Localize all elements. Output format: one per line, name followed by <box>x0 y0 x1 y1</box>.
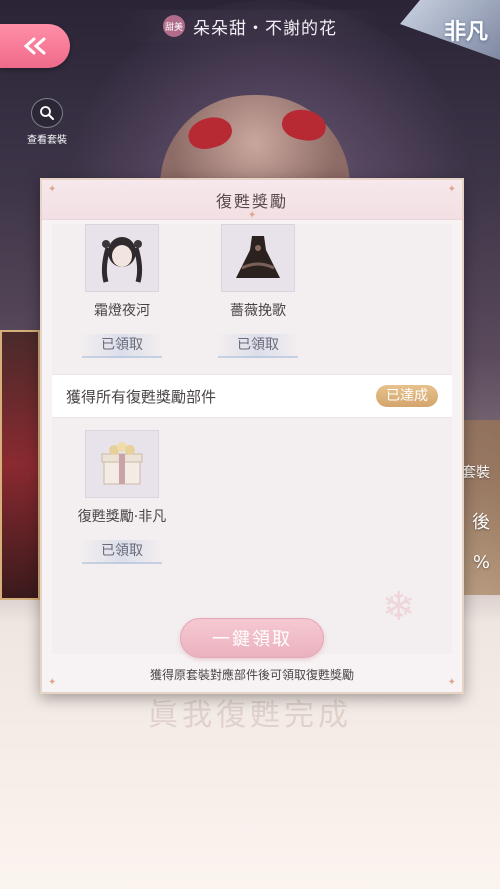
corner-star-icon: ✦ <box>48 184 57 195</box>
background-text-after: 後 <box>472 512 490 533</box>
claimed-status: 已領取 <box>82 540 162 564</box>
rarity-banner: 非凡 <box>400 0 500 60</box>
gift-box-icon <box>85 430 159 498</box>
modal-header: ✦ ✦ 復甦獎勵 ✦ <box>42 180 462 221</box>
footer-note: 獲得原套裝對應部件後可領取復甦獎勵 <box>149 668 354 682</box>
claimed-status: 已領取 <box>218 334 298 358</box>
revival-complete-title: 眞我復甦完成 <box>148 698 352 733</box>
corner-star-icon: ✦ <box>447 184 456 195</box>
reward-item-card[interactable]: 薔薇挽歌 已領取 <box>218 224 298 358</box>
view-outfit-button[interactable]: 查看套裝 <box>20 98 74 146</box>
view-outfit-label: 查看套裝 <box>27 135 67 146</box>
hairstyle-icon <box>85 224 159 292</box>
modal-body: ❄ 霜燈夜河 已領取 薔薇挽歌 已領取 獲得所有復甦獎勵部件 已達成 復甦獎勵·… <box>52 224 452 654</box>
reward-item-card[interactable]: 霜燈夜河 已領取 <box>82 224 162 358</box>
double-chevron-left-icon <box>23 37 46 55</box>
magnifier-icon <box>31 98 63 128</box>
background-text-percent: % <box>472 552 490 573</box>
claim-all-button[interactable]: 一鍵領取 <box>180 618 324 658</box>
divider-star-icon: ✦ <box>248 210 257 221</box>
modal-title: 復甦獎勵 <box>215 191 288 211</box>
snowflake-decoration-icon: ❄ <box>382 584 416 630</box>
dress-icon <box>221 224 295 292</box>
corner-star-icon: ✦ <box>48 677 57 688</box>
side-outfit-card[interactable] <box>0 330 40 600</box>
header-bar: 甜美 朵朵甜・不謝的花 <box>120 10 380 42</box>
outfit-title: 朵朵甜・不謝的花 <box>193 18 337 39</box>
claimed-status: 已領取 <box>82 334 162 358</box>
achieved-badge: 已達成 <box>376 385 438 407</box>
final-reward-card[interactable]: 復甦獎勵·非凡 已領取 <box>78 430 166 564</box>
section-label: 獲得所有復甦獎勵部件 <box>66 387 217 406</box>
revival-reward-modal: ✦ ✦ 復甦獎勵 ✦ ❄ 霜燈夜河 已領取 薔薇挽歌 已領取 獲得所有復甦獎勵部… <box>40 178 464 694</box>
background-text-outfit: 套裝 <box>462 465 490 481</box>
reward-item-name: 薔薇挽歌 <box>230 303 286 319</box>
back-button[interactable] <box>0 24 70 68</box>
corner-star-icon: ✦ <box>447 677 456 688</box>
reward-item-name: 霜燈夜河 <box>94 303 150 319</box>
reward-item-name: 復甦獎勵·非凡 <box>77 509 167 525</box>
all-parts-section: 獲得所有復甦獎勵部件 已達成 <box>52 374 452 418</box>
style-badge: 甜美 <box>163 15 185 37</box>
